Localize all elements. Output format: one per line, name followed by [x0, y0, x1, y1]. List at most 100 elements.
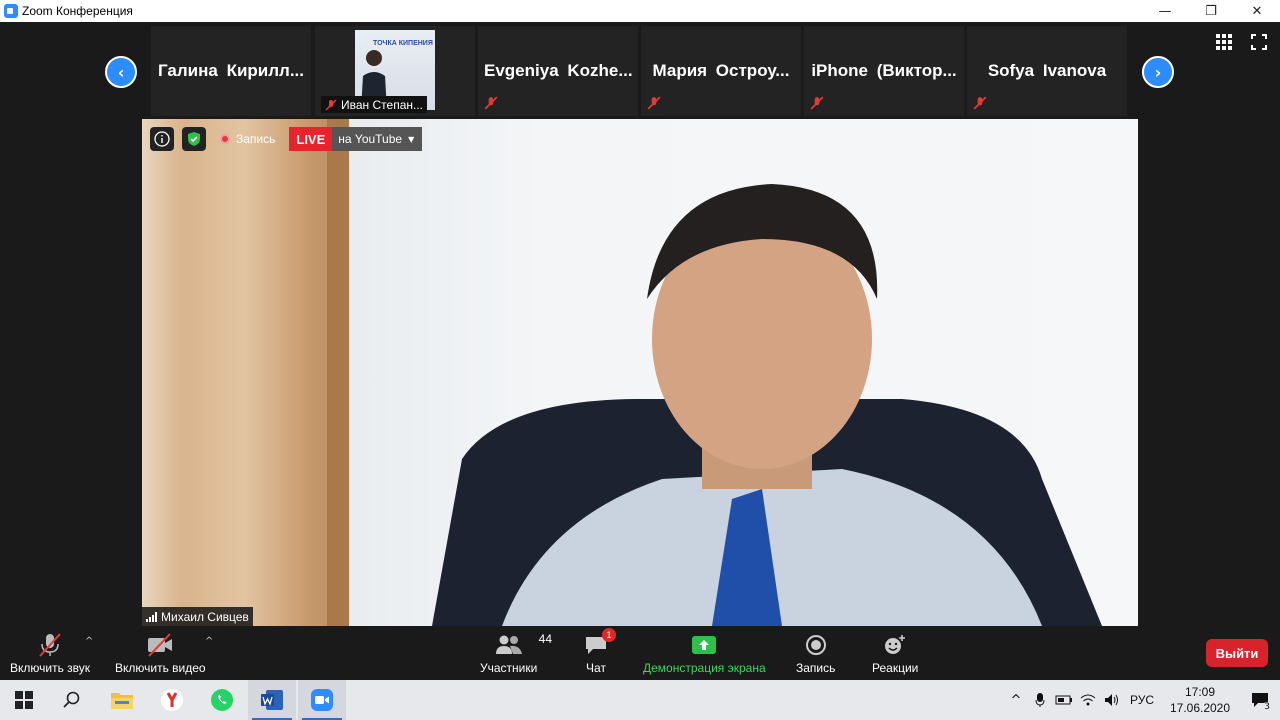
- participant-name: Sofya Ivanova: [987, 61, 1107, 80]
- window-controls: — ❐ ✕: [1142, 0, 1280, 22]
- search-button[interactable]: [48, 680, 96, 720]
- video-options-caret[interactable]: ^: [205, 636, 213, 647]
- encryption-button[interactable]: [182, 127, 206, 151]
- taskbar-word[interactable]: [248, 680, 296, 720]
- unmute-label: Включить звук: [10, 661, 91, 675]
- mic-muted-icon: [325, 98, 337, 111]
- reactions-smiley-icon: [885, 635, 906, 654]
- stream-target-label: на YouTube: [338, 132, 403, 146]
- participant-name: Галина Кирилл...: [158, 61, 304, 80]
- shield-check-icon: [188, 132, 200, 146]
- audio-options-caret[interactable]: ^: [85, 636, 93, 647]
- reactions-label: Реакции: [872, 661, 919, 675]
- restore-button[interactable]: ❐: [1188, 0, 1234, 22]
- record-label: Запись: [796, 661, 836, 675]
- system-tray: ^ РУС 17:09 17.06.2020 3: [1004, 680, 1280, 720]
- youtube-stream-dropdown[interactable]: на YouTube ▼: [332, 127, 423, 151]
- fullscreen-icon[interactable]: [1251, 34, 1267, 50]
- action-center-button[interactable]: 3: [1240, 680, 1280, 720]
- close-button[interactable]: ✕: [1234, 0, 1280, 22]
- wifi-icon[interactable]: [1076, 680, 1100, 720]
- minimize-button[interactable]: —: [1142, 0, 1188, 22]
- meeting-info-button[interactable]: [150, 127, 174, 151]
- participant-label: Иван Степан...: [321, 96, 428, 113]
- mic-muted-icon: [39, 633, 61, 657]
- active-speaker-video: Запись LIVE на YouTube ▼ Михаил Сивцев: [142, 119, 1138, 626]
- taskbar-zoom[interactable]: [298, 680, 346, 720]
- participant-tile[interactable]: iPhone (Виктор...: [804, 26, 964, 116]
- gallery-view-icon[interactable]: [1216, 34, 1232, 50]
- dropdown-arrow-icon: ▼: [408, 134, 415, 144]
- speaker-name-label: Михаил Сивцев: [142, 607, 253, 626]
- unmute-button[interactable]: Включить звук: [10, 632, 90, 675]
- chevron-right-icon: ›: [1154, 62, 1162, 82]
- share-screen-icon: [692, 636, 717, 654]
- taskbar-whatsapp[interactable]: [198, 680, 246, 720]
- video-door: [142, 119, 347, 626]
- title-bar: Zoom Конференция — ❐ ✕: [0, 0, 1280, 22]
- speaker-name: Михаил Сивцев: [161, 609, 249, 624]
- windows-logo-icon: [15, 691, 33, 709]
- mic-muted-icon: [810, 96, 824, 110]
- meeting-toolbar: Включить звук ^ Включить видео ^ 44 Учас…: [0, 628, 1280, 680]
- participant-name: iPhone (Виктор...: [811, 61, 957, 80]
- participant-name: Иван Степан...: [341, 97, 424, 112]
- start-video-label: Включить видео: [115, 661, 206, 675]
- mic-muted-icon: [647, 96, 661, 110]
- live-badge: LIVE: [289, 127, 333, 151]
- participant-strip: ‹ Галина Кирилл... ТОЧКА КИПЕНИЯ Иван Ст…: [0, 22, 1280, 118]
- recording-label: Запись: [236, 132, 276, 146]
- participants-label: Участники: [480, 661, 538, 675]
- taskbar-file-explorer[interactable]: [98, 680, 146, 720]
- zoom-icon: [311, 689, 333, 711]
- share-screen-label: Демонстрация экрана: [643, 661, 766, 675]
- participant-tile[interactable]: Evgeniya Kozhe...: [478, 26, 638, 116]
- share-screen-button[interactable]: Демонстрация экрана: [643, 632, 766, 675]
- microphone-icon[interactable]: [1028, 680, 1052, 720]
- start-button[interactable]: [0, 680, 48, 720]
- meeting-status-bar: Запись LIVE на YouTube ▼: [150, 127, 423, 151]
- battery-icon[interactable]: [1052, 680, 1076, 720]
- whatsapp-icon: [211, 689, 233, 711]
- volume-icon[interactable]: [1100, 680, 1124, 720]
- word-icon: [261, 690, 283, 710]
- input-language[interactable]: РУС: [1124, 693, 1160, 707]
- speaker-silhouette: [432, 184, 1102, 626]
- record-button[interactable]: Запись: [796, 632, 835, 675]
- participant-tile[interactable]: Галина Кирилл...: [151, 26, 311, 116]
- search-icon: [63, 691, 80, 708]
- zoom-window: Zoom Конференция — ❐ ✕ ‹ Галина Кирилл..…: [0, 0, 1280, 680]
- record-dot-icon: [220, 134, 230, 144]
- chat-button[interactable]: 1 Чат: [584, 628, 616, 675]
- windows-taskbar: ^ РУС 17:09 17.06.2020 3: [0, 680, 1280, 720]
- folder-icon: [111, 693, 133, 709]
- participant-tile[interactable]: ТОЧКА КИПЕНИЯ Иван Степан...: [315, 26, 475, 116]
- chevron-left-icon: ‹: [117, 62, 125, 82]
- participants-button[interactable]: 44 Участники: [480, 632, 552, 675]
- yandex-browser-icon: [161, 689, 183, 711]
- clock-time: 17:09: [1184, 685, 1216, 699]
- show-hidden-icons-chevron-icon[interactable]: ^: [1004, 680, 1028, 720]
- notification-count: 3: [1262, 702, 1272, 712]
- connection-signal-icon: [146, 611, 157, 622]
- chat-unread-badge: 1: [602, 628, 616, 642]
- participant-name: Мария Остроу...: [652, 61, 790, 80]
- reactions-button[interactable]: Реакции: [872, 632, 918, 675]
- recording-indicator[interactable]: Запись: [220, 132, 275, 146]
- leave-meeting-button[interactable]: Выйти: [1206, 639, 1268, 667]
- prev-page-button[interactable]: ‹: [105, 56, 137, 88]
- clock-date: 17.06.2020: [1169, 701, 1231, 715]
- camera-off-icon: [148, 633, 173, 657]
- zoom-app-icon: [4, 4, 18, 18]
- start-video-button[interactable]: Включить видео: [115, 632, 206, 675]
- taskbar-yandex-browser[interactable]: [148, 680, 196, 720]
- participant-tile[interactable]: Мария Остроу...: [641, 26, 801, 116]
- next-page-button[interactable]: ›: [1142, 56, 1174, 88]
- chat-label: Чат: [586, 661, 606, 675]
- system-clock[interactable]: 17:09 17.06.2020: [1160, 684, 1240, 716]
- participants-icon: [495, 635, 522, 654]
- participants-count: 44: [538, 632, 553, 646]
- participant-tile[interactable]: Sofya Ivanova: [967, 26, 1127, 116]
- window-title: Zoom Конференция: [22, 4, 133, 18]
- info-icon: [154, 131, 170, 147]
